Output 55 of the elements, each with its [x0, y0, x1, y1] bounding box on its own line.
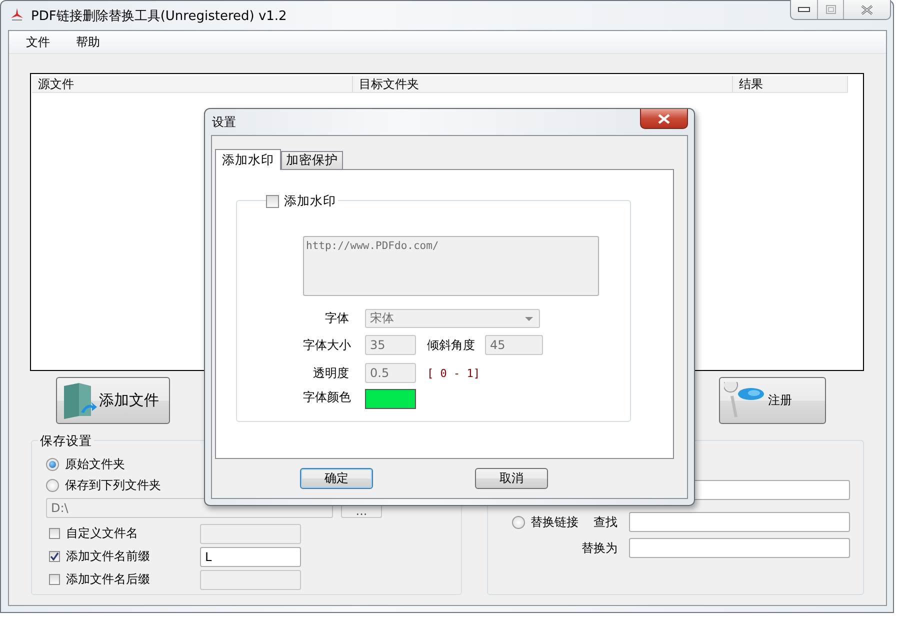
column-header[interactable]: 源文件 — [32, 76, 353, 92]
font-size-field[interactable]: 35 — [365, 335, 416, 355]
text-field[interactable] — [200, 570, 301, 590]
caret-icon — [525, 316, 533, 320]
radio-label: 原始文件夹 — [65, 456, 125, 473]
checkbox-label: 添加文件名前缀 — [66, 548, 151, 565]
color-swatch[interactable] — [365, 389, 416, 409]
field-label: 字体颜色 — [303, 389, 349, 406]
font-dropdown[interactable]: 宋体 — [365, 309, 540, 328]
checkbox[interactable] — [49, 551, 60, 562]
key-icon — [724, 382, 764, 417]
tab[interactable]: 加密保护 — [281, 151, 343, 169]
window-title: PDF链接删除替换工具(Unregistered) v1.2 — [31, 8, 287, 24]
menu-item[interactable]: 文件 — [24, 32, 52, 52]
close-icon — [861, 4, 873, 14]
add-files-button[interactable]: 添加文件 — [56, 377, 170, 424]
checkbox-label: 添加文件名后缀 — [66, 571, 151, 588]
ok-button[interactable]: 确定 — [300, 468, 373, 489]
dialog-title: 设置 — [212, 114, 236, 130]
maximize-icon — [826, 5, 836, 14]
checkbox-label: 自定义文件名 — [66, 525, 139, 542]
column-header[interactable]: 目标文件夹 — [353, 76, 733, 92]
folder-icon — [64, 382, 97, 418]
range-hint: [ 0 - 1] — [427, 366, 480, 380]
close-icon — [658, 114, 670, 124]
radio-button[interactable] — [46, 479, 59, 492]
tab[interactable]: 添加水印 — [215, 149, 281, 170]
text-field[interactable]: L — [200, 546, 301, 566]
radio-label: 保存到下列文件夹 — [65, 477, 161, 494]
radio-label: 替换链接 — [530, 514, 578, 530]
opacity-field[interactable]: 0.5 — [365, 363, 416, 383]
register-button[interactable]: 注册 — [719, 377, 826, 424]
checkbox[interactable] — [49, 528, 60, 539]
watermark-text-area[interactable]: http://www.PDFdo.com/ — [303, 236, 599, 296]
radio-button[interactable] — [512, 516, 526, 528]
field-label: 查找 — [593, 514, 618, 530]
angle-field[interactable]: 45 — [485, 335, 543, 355]
text-field[interactable] — [200, 524, 301, 544]
column-header[interactable]: 结果 — [733, 76, 848, 92]
field-label: 透明度 — [312, 364, 349, 382]
cancel-button[interactable]: 取消 — [475, 468, 548, 489]
minimize-icon — [798, 7, 810, 12]
menu-item[interactable]: 帮助 — [74, 32, 102, 52]
checkbox[interactable] — [266, 195, 279, 208]
group-title: 保存设置 — [38, 433, 94, 450]
field-label: 字体 — [324, 310, 349, 327]
text-field[interactable] — [629, 512, 850, 532]
checkbox-label: 添加水印 — [284, 193, 336, 210]
checkbox[interactable] — [49, 574, 60, 585]
field-label: 替换为 — [581, 540, 618, 556]
radio-button[interactable] — [46, 458, 59, 471]
text-field[interactable] — [629, 538, 850, 558]
field-label: 倾斜角度 — [427, 336, 475, 354]
field-label: 字体大小 — [303, 336, 349, 354]
close-button[interactable] — [640, 109, 688, 129]
